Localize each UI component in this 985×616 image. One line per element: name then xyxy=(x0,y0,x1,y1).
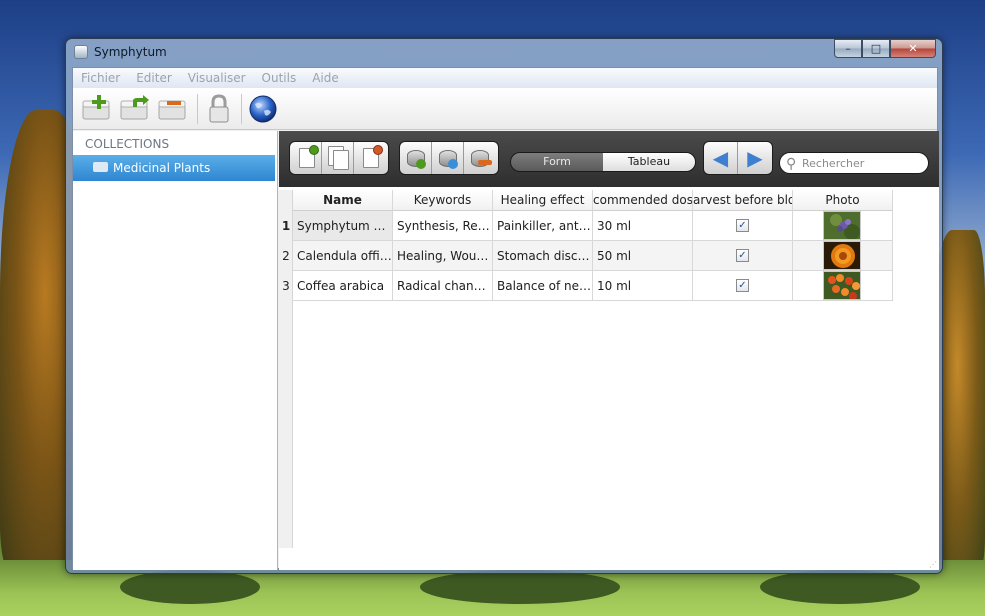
cell-healing-effect[interactable]: Balance of neur... xyxy=(493,271,593,301)
window-title: Symphytum xyxy=(94,45,167,59)
search-icon: ⚲ xyxy=(786,156,797,172)
view-mode-switch: Form Tableau xyxy=(510,152,696,172)
close-button[interactable]: ✕ xyxy=(890,39,936,58)
harvest-checkbox[interactable]: ✓ xyxy=(736,249,749,262)
cell-photo[interactable] xyxy=(793,211,893,241)
menu-editer[interactable]: Editer xyxy=(136,71,172,85)
app-window: Symphytum – □ ✕ Fichier Editer Visualise… xyxy=(65,38,943,574)
row-number: 2 xyxy=(282,249,290,263)
delete-field-button[interactable] xyxy=(464,142,496,174)
sidebar-item-label: Medicinal Plants xyxy=(113,161,211,175)
cell-photo[interactable] xyxy=(793,241,893,271)
cell-dosage[interactable]: 50 ml xyxy=(593,241,693,271)
delete-collection-button[interactable] xyxy=(157,93,189,125)
search-input[interactable] xyxy=(802,155,922,171)
table-row[interactable]: 2 Calendula offici... Healing, Woun... S… xyxy=(279,241,893,271)
cell-harvest: ✓ xyxy=(693,271,793,301)
cell-name[interactable]: Coffea arabica xyxy=(293,271,393,301)
column-header-keywords[interactable]: Keywords xyxy=(393,190,493,211)
column-header-dosage[interactable]: commended dosa xyxy=(593,190,693,211)
table-row[interactable]: 3 Coffea arabica Radical change,... Bala… xyxy=(279,271,893,301)
menu-visualiser[interactable]: Visualiser xyxy=(188,71,246,85)
collection-icon xyxy=(93,162,108,172)
new-record-button[interactable] xyxy=(290,142,322,174)
harvest-checkbox[interactable]: ✓ xyxy=(736,279,749,292)
desktop-bush xyxy=(420,570,620,604)
content-area: Form Tableau ◀ ▶ ⚲ Rechercher Name Keywo… xyxy=(279,131,939,570)
delete-collection-icon xyxy=(157,100,189,128)
cell-harvest: ✓ xyxy=(693,211,793,241)
column-header-healing-effect[interactable]: Healing effect xyxy=(493,190,593,211)
cell-dosage[interactable]: 30 ml xyxy=(593,211,693,241)
desktop-bush xyxy=(760,570,920,604)
title-bar[interactable]: Symphytum – □ ✕ xyxy=(66,39,942,67)
lock-button[interactable] xyxy=(203,93,235,125)
app-icon[interactable] xyxy=(74,45,88,59)
toolbar-separator xyxy=(197,94,198,124)
lock-icon xyxy=(203,94,235,128)
edit-field-button[interactable] xyxy=(432,142,464,174)
delete-record-button[interactable] xyxy=(354,142,386,174)
table-view-tab[interactable]: Tableau xyxy=(603,153,695,171)
arrow-right-icon: ▶ xyxy=(747,146,763,170)
record-tools xyxy=(289,141,389,175)
globe-icon xyxy=(247,95,279,128)
column-header-name[interactable]: Name xyxy=(293,190,393,211)
cell-keywords[interactable]: Synthesis, Reco... xyxy=(393,211,493,241)
record-toolbar: Form Tableau ◀ ▶ ⚲ xyxy=(279,131,939,187)
table-row[interactable]: 1 Symphytum off... Synthesis, Reco... Pa… xyxy=(279,211,893,241)
comfrey-photo xyxy=(823,211,861,240)
sidebar-item-medicinal-plants[interactable]: Medicinal Plants xyxy=(73,155,275,181)
menu-bar: Fichier Editer Visualiser Outils Aide xyxy=(73,68,937,88)
cell-name[interactable]: Calendula offici... xyxy=(293,241,393,271)
search-box: ⚲ xyxy=(779,152,929,174)
new-collection-button[interactable] xyxy=(81,93,113,125)
new-collection-icon xyxy=(81,95,113,128)
cell-photo[interactable] xyxy=(793,271,893,301)
menu-aide[interactable]: Aide xyxy=(312,71,339,85)
resize-grip-icon[interactable]: ⋰ xyxy=(929,560,939,570)
client-area: Fichier Editer Visualiser Outils Aide CO… xyxy=(72,67,939,570)
cell-healing-effect[interactable]: Stomach disco... xyxy=(493,241,593,271)
duplicate-collection-icon xyxy=(119,95,151,128)
globe-button[interactable] xyxy=(247,93,279,125)
row-number: 1 xyxy=(281,219,291,233)
add-field-button[interactable] xyxy=(400,142,432,174)
previous-record-button[interactable]: ◀ xyxy=(704,142,738,174)
next-record-button[interactable]: ▶ xyxy=(738,142,772,174)
form-view-tab[interactable]: Form xyxy=(511,153,603,171)
arrow-left-icon: ◀ xyxy=(712,146,729,170)
toolbar-separator xyxy=(241,94,242,124)
menu-outils[interactable]: Outils xyxy=(262,71,297,85)
duplicate-record-button[interactable] xyxy=(322,142,354,174)
collections-sidebar: COLLECTIONS Medicinal Plants xyxy=(73,131,278,570)
column-header-harvest[interactable]: arvest before bloo xyxy=(693,190,793,211)
calendula-photo xyxy=(823,241,861,270)
row-number: 3 xyxy=(282,279,290,293)
harvest-checkbox[interactable]: ✓ xyxy=(736,219,749,232)
table-header: Name Keywords Healing effect commended d… xyxy=(293,190,893,211)
maximize-button[interactable]: □ xyxy=(862,39,890,58)
minimize-button[interactable]: – xyxy=(834,39,862,58)
menu-fichier[interactable]: Fichier xyxy=(81,71,120,85)
duplicate-collection-button[interactable] xyxy=(119,93,151,125)
cell-name[interactable]: Symphytum off... xyxy=(293,211,393,241)
cell-harvest: ✓ xyxy=(693,241,793,271)
cell-healing-effect[interactable]: Painkiller, anti-i... xyxy=(493,211,593,241)
sidebar-header: COLLECTIONS xyxy=(85,137,170,151)
field-tools xyxy=(399,141,499,175)
records-table: Name Keywords Healing effect commended d… xyxy=(279,190,939,570)
cell-keywords[interactable]: Radical change,... xyxy=(393,271,493,301)
cell-keywords[interactable]: Healing, Woun... xyxy=(393,241,493,271)
main-toolbar xyxy=(73,88,937,130)
record-navigation: ◀ ▶ xyxy=(703,141,773,175)
column-header-photo[interactable]: Photo xyxy=(793,190,893,211)
window-controls: – □ ✕ xyxy=(834,39,936,58)
cell-dosage[interactable]: 10 ml xyxy=(593,271,693,301)
desktop-bush xyxy=(120,570,260,604)
coffee-photo xyxy=(823,271,861,300)
